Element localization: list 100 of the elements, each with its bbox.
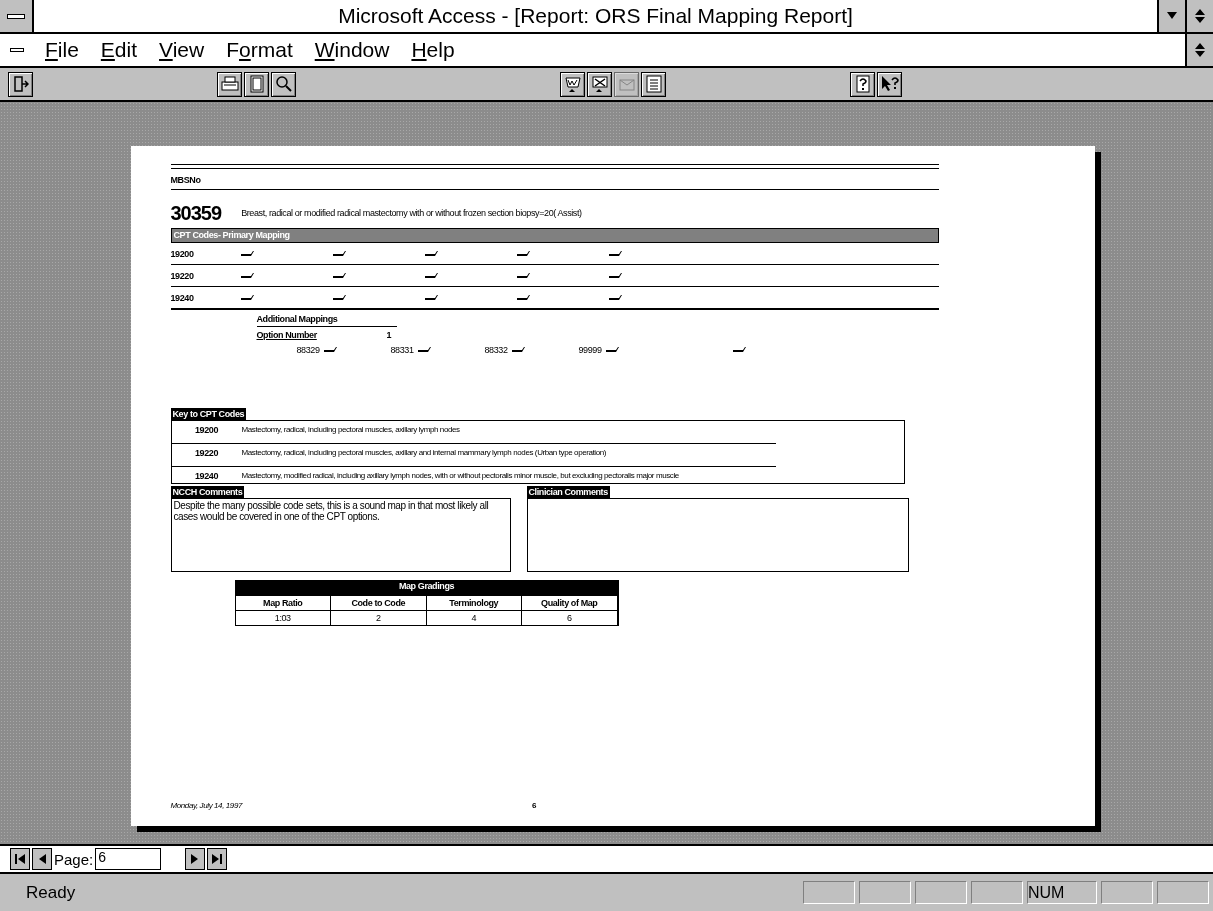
cpt-code: 88331 <box>390 345 414 355</box>
help-pointer-icon <box>879 75 900 93</box>
document-letter-icon <box>563 75 582 93</box>
menu-item[interactable]: File <box>34 38 90 62</box>
section-heading: Clinician Comments <box>526 486 610 498</box>
toolbar-button[interactable] <box>244 71 269 97</box>
restore-button[interactable] <box>1185 0 1213 32</box>
code-description: Mastectomy, modified radical, including axillary lymph nodes, with or without pectoralis minor muscle, but excluding pectoralis major muscle <box>241 471 680 481</box>
list-window-icon <box>645 75 662 93</box>
table-cell: 6 <box>522 611 618 625</box>
section-heading: Key to CPT Codes <box>170 408 247 420</box>
window-title: Microsoft Access - [Report: ORS Final Mapping Report] <box>337 3 854 29</box>
last-page-button[interactable] <box>207 848 228 870</box>
cpt-code: 19240 <box>170 292 195 303</box>
right-arrow-icon <box>191 854 200 864</box>
checkmark-icon <box>608 249 623 257</box>
checkmark-icon <box>240 249 255 257</box>
checkmark-icon <box>240 271 255 279</box>
section-heading: CPT Codes- Primary Mapping <box>170 228 939 243</box>
checkmark-icon <box>332 249 347 257</box>
section-heading: NCCH Comments <box>170 486 245 498</box>
table-cell: 2 <box>331 611 427 625</box>
table-title: Map Gradings <box>235 581 618 596</box>
checkmark-icon <box>417 346 432 353</box>
menu-item[interactable]: Format <box>215 38 304 62</box>
column-header: Code to Code <box>331 596 427 611</box>
field-label: Option Number <box>256 330 318 340</box>
field-label: MBSNo <box>170 175 201 185</box>
status-pane <box>971 881 1023 904</box>
checkmark-icon <box>332 271 347 279</box>
magnifier-icon <box>274 75 293 93</box>
status-pane <box>915 881 967 904</box>
checkmark-icon <box>732 346 747 353</box>
menu-item[interactable]: Window <box>303 38 401 62</box>
system-menu-button[interactable] <box>0 0 34 32</box>
page-label: Page: <box>54 850 94 868</box>
toolbar-button[interactable] <box>217 71 242 97</box>
up-down-arrow-icon <box>1195 9 1205 23</box>
menu-item[interactable]: View <box>148 38 216 62</box>
toolbar-button[interactable] <box>641 71 666 97</box>
checkmark-icon <box>608 293 623 301</box>
menu-item[interactable]: Edit <box>89 38 149 62</box>
cpt-code: 88329 <box>296 345 320 355</box>
status-pane <box>859 881 911 904</box>
door-exit-icon <box>12 76 29 92</box>
checkmark-icon <box>424 271 439 279</box>
cpt-code: 19220 <box>194 448 219 458</box>
printer-icon <box>220 76 239 92</box>
column-header: Quality of Map <box>522 596 618 611</box>
previous-page-button[interactable] <box>32 848 52 870</box>
checkmark-icon <box>240 293 255 301</box>
first-arrow-icon <box>15 854 25 864</box>
status-text: Ready <box>25 882 77 903</box>
status-pane <box>1157 881 1209 904</box>
minimize-button[interactable] <box>1157 0 1185 32</box>
column-header: Map Ratio <box>235 596 331 611</box>
checkmark-icon <box>323 346 338 353</box>
down-arrow-icon <box>1167 12 1177 20</box>
left-arrow-icon <box>38 854 46 864</box>
checkmark-icon <box>605 346 620 353</box>
cpt-code: 88332 <box>484 345 508 355</box>
page-icon <box>249 75 264 93</box>
toolbar-button[interactable] <box>271 71 296 97</box>
toolbar-button[interactable] <box>587 71 612 97</box>
table-cell: 1:03 <box>235 611 331 625</box>
checkmark-icon <box>516 293 531 301</box>
code-description: Mastectomy, radical, including pectoral muscles, axillary and internal mammary lymph nodes (Urban type operation) <box>241 448 608 458</box>
toolbar-button[interactable] <box>8 71 33 97</box>
toolbar-button[interactable] <box>877 71 902 97</box>
first-page-button[interactable] <box>10 848 30 870</box>
document-restore-button[interactable] <box>1185 34 1213 66</box>
cpt-code: 99999 <box>578 345 602 355</box>
cpt-code: 19200 <box>194 425 219 435</box>
question-card-icon <box>855 75 870 93</box>
report-date: Monday, July 14, 1997 <box>170 801 242 810</box>
status-pane <box>803 881 855 904</box>
column-header: Terminology <box>426 596 522 611</box>
status-pane <box>1101 881 1153 904</box>
page-number-field[interactable]: 6 <box>95 848 162 870</box>
page-number: 6 <box>532 801 537 810</box>
item-description: Breast, radical or modified radical mastectomy with or without frozen section biopsy=20( Assist) <box>241 208 582 218</box>
comments-box: Despite the many possible code sets, this is a sound map in that most likely all cases would be covered in one of the CPT options. <box>170 498 511 572</box>
menu-item[interactable]: Help <box>400 38 466 62</box>
checkmark-icon <box>516 249 531 257</box>
table-cell: 4 <box>426 611 522 625</box>
checkmark-icon <box>511 346 526 353</box>
mbs-number: 30359 <box>170 201 222 225</box>
up-down-arrow-icon <box>1195 43 1205 57</box>
last-arrow-icon <box>212 854 223 864</box>
checkmark-icon <box>424 249 439 257</box>
code-description: Mastectomy, radical, including pectoral muscles, axillary lymph nodes <box>241 425 461 435</box>
toolbar-button[interactable] <box>850 71 875 97</box>
checkmark-icon <box>332 293 347 301</box>
spreadsheet-icon <box>590 75 609 93</box>
checkmark-icon <box>516 271 531 279</box>
next-page-button[interactable] <box>185 848 206 870</box>
option-number: 1 <box>386 330 392 340</box>
checkmark-icon <box>424 293 439 301</box>
cpt-code: 19240 <box>194 471 219 481</box>
toolbar-button[interactable] <box>560 71 585 97</box>
